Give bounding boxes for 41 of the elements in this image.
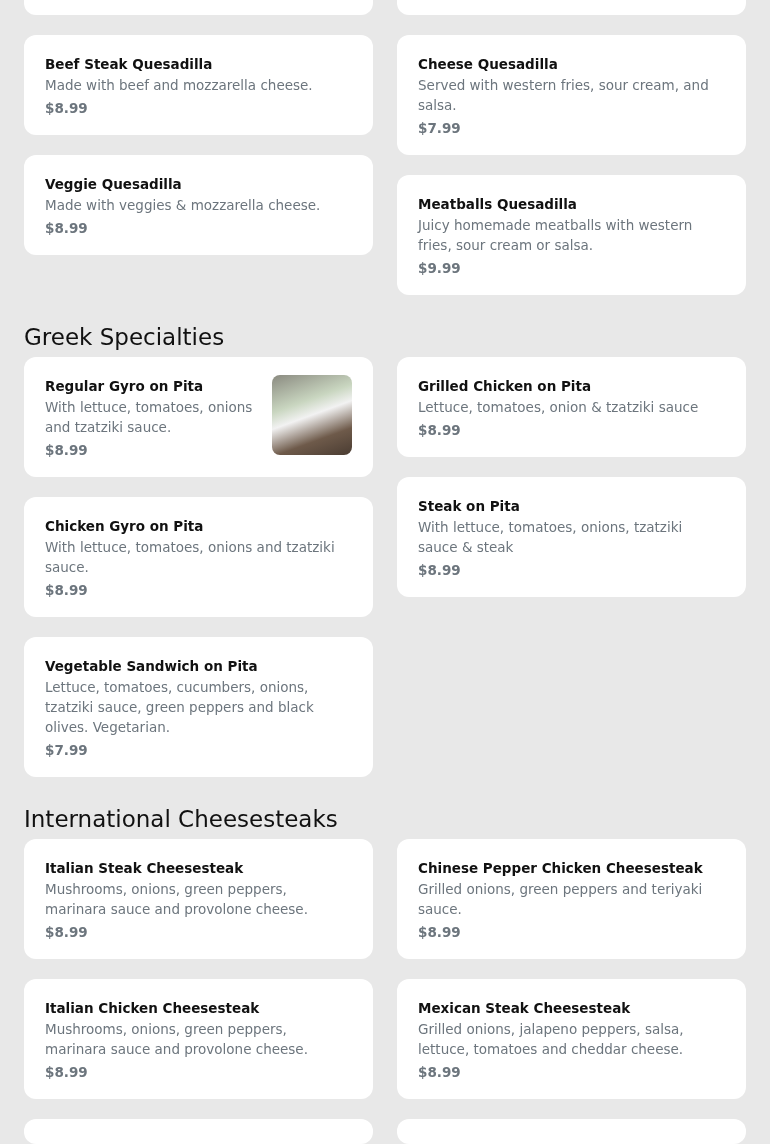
item-title: Cheese Quesadilla [418, 55, 559, 74]
item-price: $7.99 [418, 119, 462, 138]
item-price: $8.99 [45, 581, 89, 600]
item-price: $8.99 [418, 923, 462, 942]
item-description: Grilled onions, jalapeno peppers, salsa, lettuce, tomatoes and cheddar cheese. [418, 1020, 685, 1059]
item-description: Lettuce, tomatoes, onion & tzatziki sauce [418, 398, 700, 417]
item-description: Made with beef and mozzarella cheese. [45, 76, 314, 95]
item-description: With lettuce, tomatoes, onions and tzatziki sauce. [45, 398, 254, 437]
item-description: Mushrooms, onions, green peppers, marinara sauce and provolone cheese. [45, 1020, 309, 1059]
item-title: Italian Chicken Cheesesteak [45, 999, 261, 1018]
item-description: Mushrooms, onions, green peppers, marinara sauce and provolone cheese. [45, 880, 309, 919]
item-price: $8.99 [45, 99, 89, 118]
item-description: Lettuce, tomatoes, cucumbers, onions, tzatziki sauce, green peppers and black olives. Vegetarian. [45, 678, 315, 737]
item-price: $8.99 [418, 1063, 462, 1082]
item-price: $8.99 [45, 923, 89, 942]
item-price: $8.99 [45, 441, 89, 460]
item-title: Beef Steak Quesadilla [45, 55, 214, 74]
item-price: $8.99 [418, 561, 462, 580]
section-heading: International Cheesesteaks [24, 805, 339, 834]
item-price: $7.99 [45, 741, 89, 760]
item-description: With lettuce, tomatoes, onions and tzatziki sauce. [45, 538, 336, 577]
item-title: Mexican Steak Cheesesteak [418, 999, 632, 1018]
item-description: Grilled onions, green peppers and teriyaki sauce. [418, 880, 704, 919]
item-description: Made with veggies & mozzarella cheese. [45, 196, 322, 215]
item-title: Steak on Pita [418, 497, 521, 516]
item-title: Regular Gyro on Pita [45, 377, 205, 396]
item-title: Italian Steak Cheesesteak [45, 859, 245, 878]
section-heading: Greek Specialties [24, 323, 226, 352]
item-title: Grilled Chicken on Pita [418, 377, 593, 396]
item-title: Veggie Quesadilla [45, 175, 183, 194]
item-price: $9.99 [418, 259, 462, 278]
item-title: Vegetable Sandwich on Pita [45, 657, 259, 676]
item-price: $8.99 [418, 421, 462, 440]
item-title: Meatballs Quesadilla [418, 195, 578, 214]
item-description: Served with western fries, sour cream, and salsa. [418, 76, 710, 115]
item-price: $8.99 [45, 219, 89, 238]
item-description: Juicy homemade meatballs with western fries, sour cream or salsa. [418, 216, 694, 255]
item-title: Chicken Gyro on Pita [45, 517, 205, 536]
item-price: $8.99 [45, 1063, 89, 1082]
item-description: With lettuce, tomatoes, onions, tzatziki sauce & steak [418, 518, 684, 557]
item-title: Chinese Pepper Chicken Cheesesteak [418, 859, 704, 878]
